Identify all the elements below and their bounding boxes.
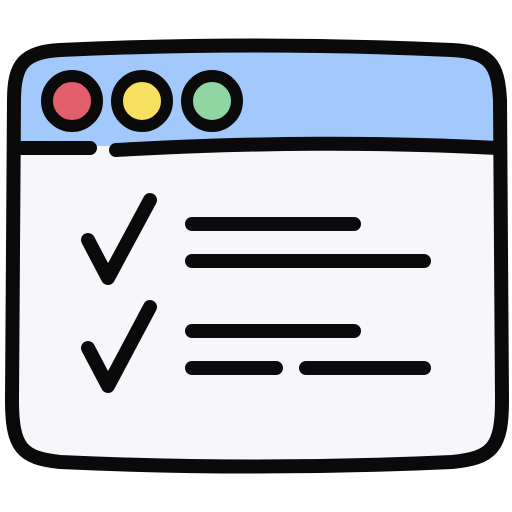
browser-window-icon — [5, 38, 509, 474]
close-dot-icon[interactable] — [41, 70, 103, 132]
maximize-dot-icon[interactable] — [181, 70, 243, 132]
minimize-dot-icon[interactable] — [111, 70, 173, 132]
title-bar-divider-right — [109, 136, 505, 157]
browser-checklist-icon — [0, 0, 512, 512]
